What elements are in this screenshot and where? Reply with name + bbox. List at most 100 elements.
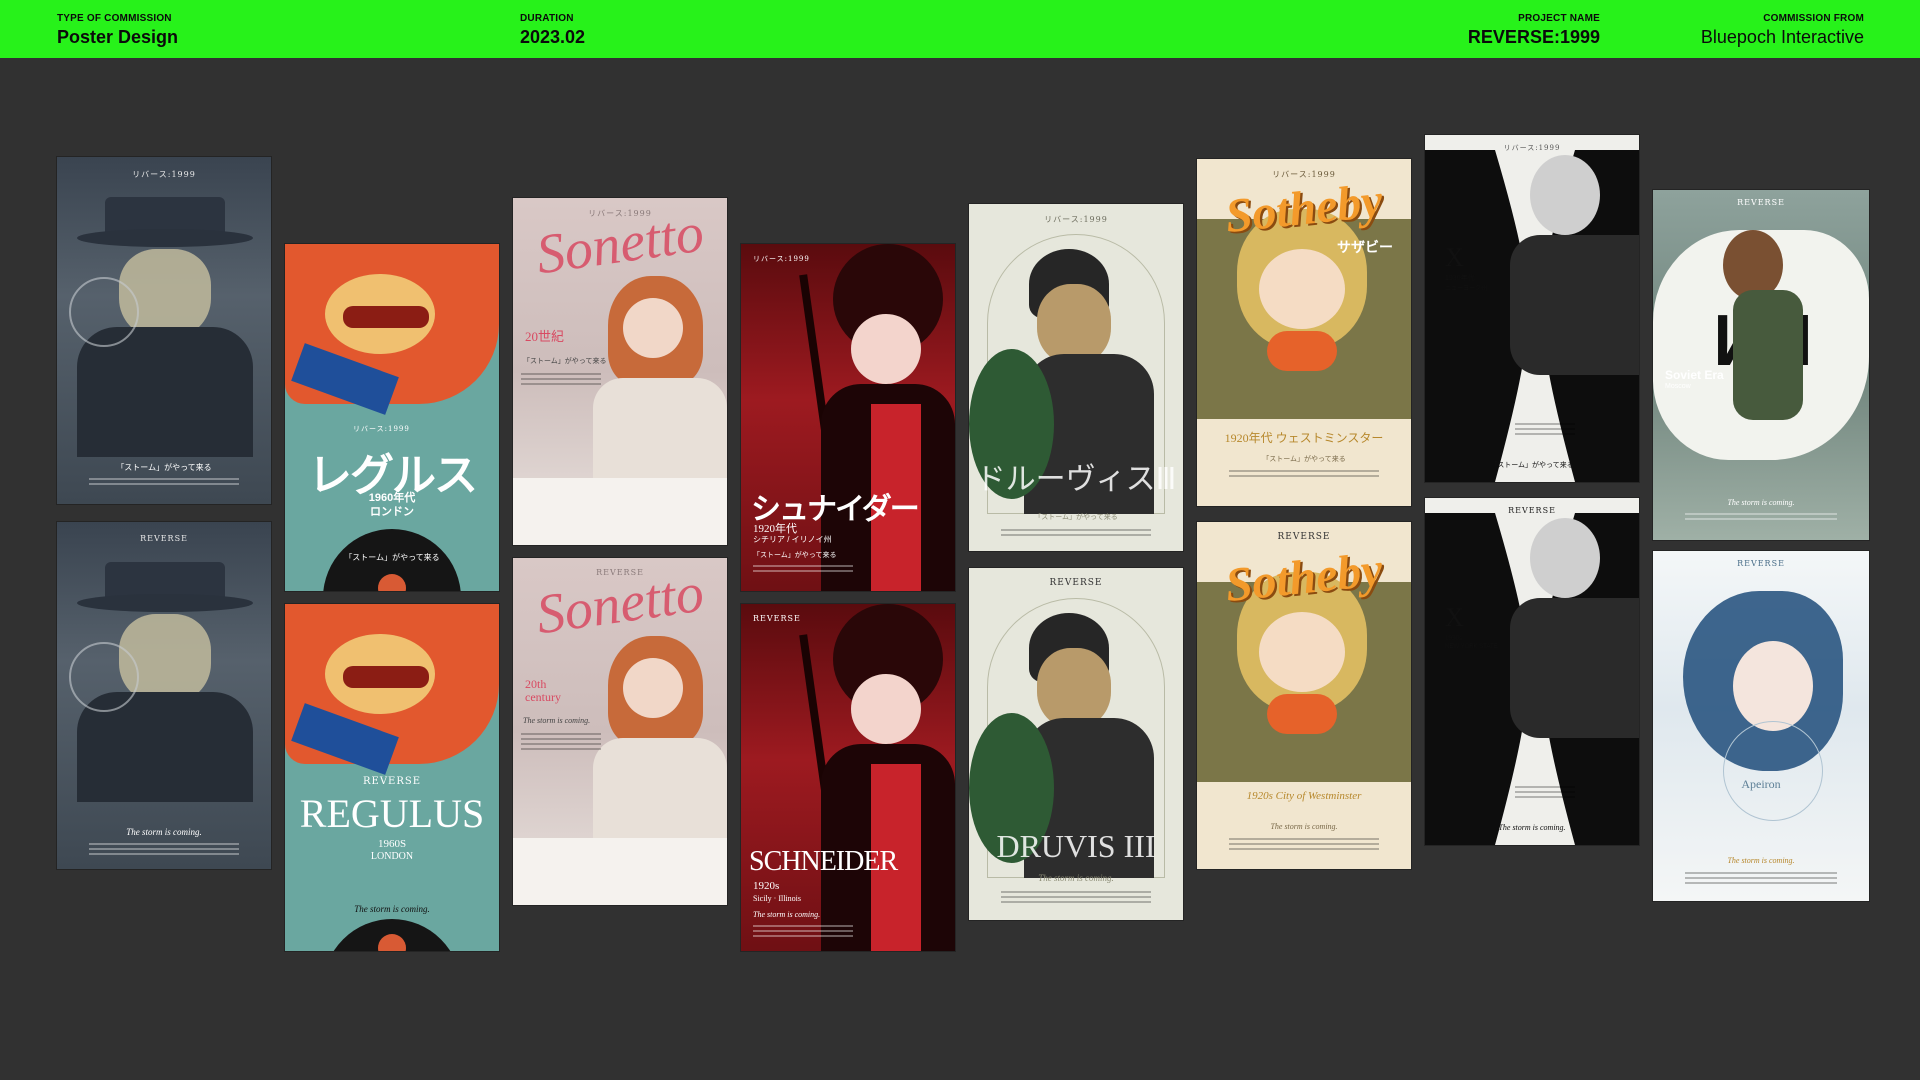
poster-tagline: The storm is coming. xyxy=(1498,823,1566,832)
poster-druvis-jp[interactable]: リバース:1999 ドルーヴィスⅢ 「ストーム」がやって来る xyxy=(969,204,1183,551)
poster-sonetto-jp[interactable]: リバース:1999 Sonetto 20世紀 「ストーム」がやって来る xyxy=(513,198,727,545)
character-face-shape xyxy=(1259,249,1345,329)
type-label: TYPE OF COMMISSION xyxy=(57,13,172,24)
desk-papers-shape xyxy=(513,478,727,545)
poster-brand: リバース:1999 xyxy=(353,425,410,433)
poster-tagline: The storm is coming. xyxy=(523,716,591,725)
poster-era: Soviet Era xyxy=(1665,368,1724,382)
client-label: COMMISSION FROM xyxy=(1763,13,1864,24)
poster-city: ニューヨーク州 xyxy=(1445,286,1488,292)
circle-emblem-shape xyxy=(1723,721,1823,821)
poster-title: DRUVIS III xyxy=(996,828,1156,864)
character-face-shape xyxy=(1733,641,1813,731)
poster-aleph-jp[interactable]: リバース:1999 「ストーム」がやって来る xyxy=(57,157,271,504)
poster-tagline: 「ストーム」がやって来る xyxy=(1490,462,1574,469)
character-face-shape xyxy=(851,314,921,384)
poster-body-text xyxy=(1685,869,1837,887)
poster-tagline: 「ストーム」がやって来る xyxy=(753,552,837,559)
hat-brim-shape xyxy=(77,229,253,247)
poster-era: 1930年代 xyxy=(1445,275,1475,282)
poster-regulus-en[interactable]: REVERSE REGULUS 1960S LONDON The storm i… xyxy=(285,604,499,951)
poster-tagline: The storm is coming. xyxy=(126,827,202,837)
commission-from: COMMISSION FROM Bluepoch Interactive xyxy=(1701,13,1864,48)
poster-body-text xyxy=(1515,783,1575,801)
poster-body-text xyxy=(1229,467,1379,480)
sunglasses-shape xyxy=(343,666,429,688)
info-header-bar: TYPE OF COMMISSION Poster Design DURATIO… xyxy=(0,0,1920,58)
poster-body-text xyxy=(1001,526,1151,539)
bow-shape xyxy=(1267,331,1337,371)
poster-body-text xyxy=(1515,420,1575,438)
duration: DURATION 2023.02 xyxy=(520,13,585,48)
poster-brand: REVERSE xyxy=(1737,198,1785,207)
sunglasses-shape xyxy=(343,306,429,328)
character-hair-shape xyxy=(1037,648,1111,728)
poster-body-text xyxy=(89,840,239,858)
poster-era: 1920s xyxy=(753,880,780,892)
poster-title: X xyxy=(1445,243,1464,272)
poster-schneider-en[interactable]: REVERSE SCHNEIDER 1920s Sicily · Illinoi… xyxy=(741,604,955,951)
project-label: PROJECT NAME xyxy=(1518,13,1600,24)
poster-tagline: The storm is coming. xyxy=(1727,856,1795,865)
poster-title: REGULUS xyxy=(299,791,485,836)
poster-brand: REVERSE xyxy=(1737,559,1785,568)
poster-body-text xyxy=(521,730,601,753)
character-body-shape xyxy=(1733,290,1803,420)
poster-body-text xyxy=(1001,888,1151,906)
character-hair-shape xyxy=(1530,518,1600,598)
duration-value: 2023.02 xyxy=(520,27,586,47)
poster-city: ロンドン xyxy=(370,506,414,518)
poster-body-text xyxy=(1685,510,1837,523)
bow-shape xyxy=(1267,694,1337,734)
poster-era: 20th century xyxy=(525,677,561,704)
poster-schneider-jp[interactable]: リバース:1999 シュナイダー 1920年代 シチリア / イリノイ州 「スト… xyxy=(741,244,955,591)
character-face-shape xyxy=(1259,612,1345,692)
poster-regulus-jp[interactable]: リバース:1999 レグルス 1960年代 ロンドン 「ストーム」がやって来る xyxy=(285,244,499,591)
poster-tagline: 「ストーム」がやって来る xyxy=(1262,456,1346,463)
poster-tagline: The storm is coming. xyxy=(354,904,430,914)
poster-druvis-en[interactable]: REVERSE DRUVIS III The storm is coming. xyxy=(969,568,1183,920)
poster-tagline: The storm is coming. xyxy=(1038,873,1114,883)
poster-era: 1930s xyxy=(1445,634,1462,642)
character-face-shape xyxy=(851,674,921,744)
poster-era: 1960S xyxy=(377,838,407,850)
poster-sonetto-en[interactable]: REVERSE Sonetto 20th century The storm i… xyxy=(513,558,727,905)
poster-brand: リバース:1999 xyxy=(132,170,196,179)
project-value: REVERSE:1999 xyxy=(1467,27,1600,47)
poster-era: 1920年代 ウェストミンスター xyxy=(1224,431,1384,445)
poster-tagline: 「ストーム」がやって来る xyxy=(1034,514,1118,521)
poster-sotheby-en[interactable]: REVERSE Sotheby 1920s City of Westminste… xyxy=(1197,522,1411,869)
poster-tagline: The storm is coming. xyxy=(1270,822,1338,831)
poster-tagline: The storm is coming. xyxy=(753,910,821,919)
poster-body-text xyxy=(1229,835,1379,853)
poster-brand: REVERSE xyxy=(1049,578,1103,588)
poster-era: 1920s City of Westminster xyxy=(1246,790,1362,802)
character-hair-shape xyxy=(1530,155,1600,235)
poster-tagline: 「ストーム」がやって来る xyxy=(523,358,607,365)
poster-aleph-en[interactable]: REVERSE The storm is coming. xyxy=(57,522,271,869)
poster-title: X xyxy=(1445,603,1464,632)
desk-papers-shape xyxy=(513,838,727,905)
duration-label: DURATION xyxy=(520,13,574,24)
poster-city: Sicily · Illinois xyxy=(753,894,801,903)
rose-shape xyxy=(69,277,139,347)
client-value: Bluepoch Interactive xyxy=(1700,27,1864,47)
poster-body-text xyxy=(753,922,853,940)
hat-brim-shape xyxy=(77,594,253,612)
poster-body-text xyxy=(89,475,239,488)
poster-city: NEW YORK STATE xyxy=(1445,644,1498,650)
poster-city: Moscow xyxy=(1665,383,1691,390)
character-hair-shape xyxy=(1037,284,1111,364)
poster-x-en[interactable]: REVERSE X 1930s NEW YORK STATE The storm… xyxy=(1425,498,1639,845)
poster-body-text xyxy=(753,562,853,575)
poster-tagline: 「ストーム」がやって来る xyxy=(116,463,212,472)
poster-x-jp[interactable]: リバース:1999 X 1930年代 ニューヨーク州 「ストーム」がやって来る xyxy=(1425,135,1639,482)
poster-sotheby-jp[interactable]: リバース:1999 Sotheby サザビー 1920年代 ウェストミンスター … xyxy=(1197,159,1411,506)
poster-apeiron-1[interactable]: REVERSE ИЯ Soviet Era Moscow The storm i… xyxy=(1653,190,1869,540)
poster-apeiron-2[interactable]: REVERSE Apeiron The storm is coming. xyxy=(1653,551,1869,901)
poster-brand: REVERSE xyxy=(362,776,422,787)
poster-title: ドルーヴィスⅢ xyxy=(975,463,1177,496)
poster-brand: REVERSE xyxy=(140,534,188,543)
poster-tagline: The storm is coming. xyxy=(1727,498,1795,507)
poster-subtitle: サザビー xyxy=(1337,239,1393,255)
